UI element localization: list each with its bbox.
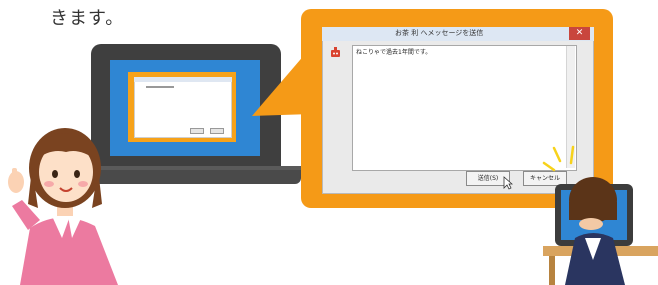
message-text: ねこりゃで過去1年間です。 — [356, 49, 432, 56]
mouse-cursor-icon — [503, 176, 513, 190]
app-icon — [331, 47, 340, 57]
caption: きます。 — [50, 8, 125, 29]
dialog-title: お茶 利 へメッセージを送信 — [395, 29, 484, 37]
close-button[interactable]: ✕ — [569, 27, 590, 40]
teacher-illustration — [8, 128, 118, 285]
mini-dialog-titlebar — [134, 77, 232, 82]
student-illustration — [543, 177, 658, 285]
close-icon: ✕ — [575, 28, 584, 38]
mini-dialog-text — [146, 86, 174, 88]
mini-send-button — [190, 128, 204, 134]
mini-cancel-button — [210, 128, 224, 134]
